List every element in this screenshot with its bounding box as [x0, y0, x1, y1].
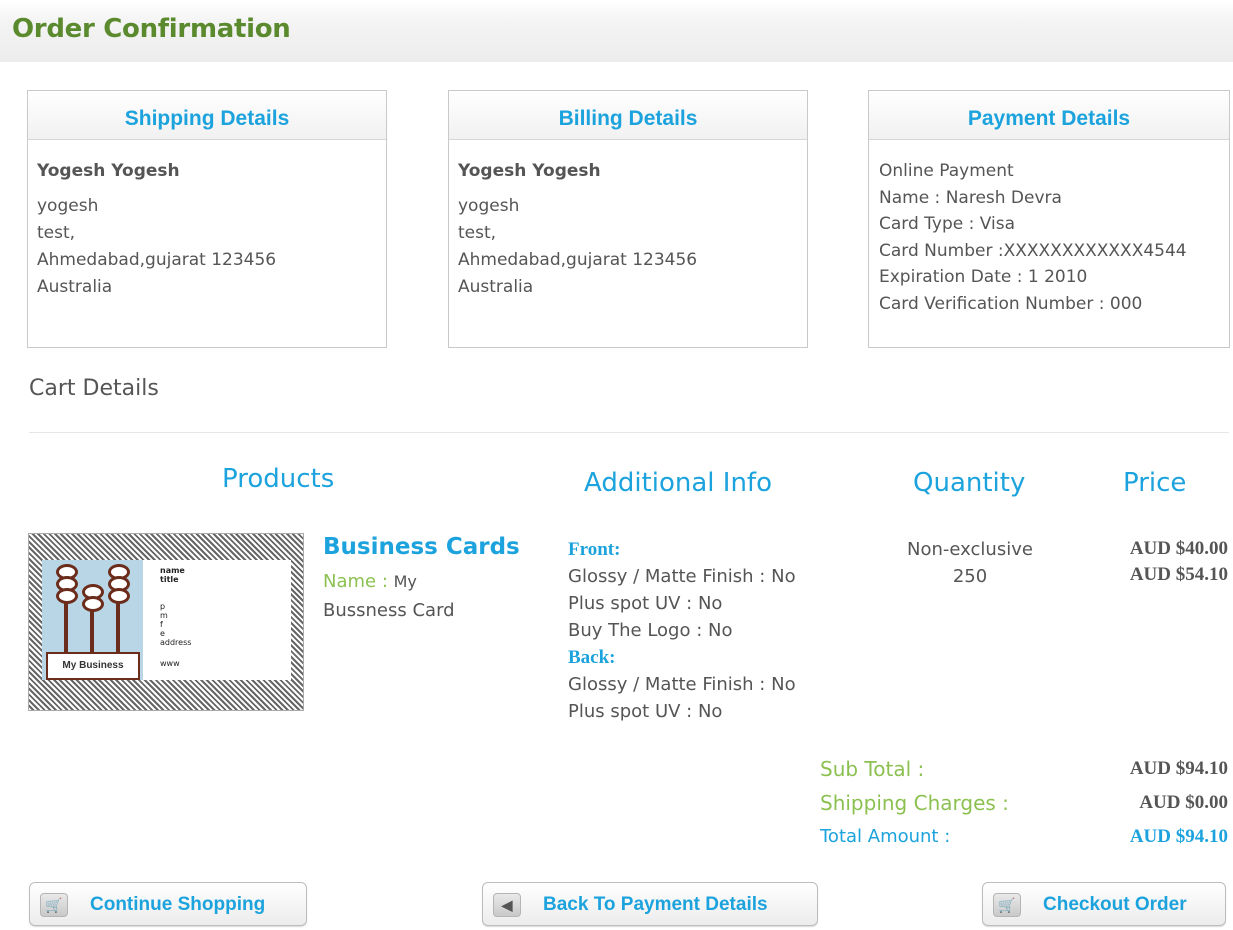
cart-details-title: Cart Details [29, 376, 159, 401]
shipping-line-2: test, [37, 223, 76, 243]
product-thumbnail: My Business name title p m f e address w… [28, 533, 304, 711]
shipping-line-1: yogesh [37, 196, 99, 216]
column-quantity: Quantity [913, 468, 1026, 498]
product-custom-name: Name : My [323, 571, 417, 592]
column-products: Products [222, 464, 335, 494]
cart-icon: 🛒 [40, 893, 68, 917]
back-line-1: Glossy / Matte Finish : No [568, 674, 796, 695]
payment-card-type: Card Type : Visa [879, 214, 1016, 234]
quantity-value: 250 [952, 566, 988, 587]
front-line-3: Buy The Logo : No [568, 620, 733, 641]
checkout-order-button[interactable]: 🛒 Checkout Order [982, 882, 1226, 926]
back-label: Back: [568, 647, 616, 668]
billing-details-heading: Billing Details [449, 91, 807, 140]
billing-line-3: Ahmedabad,gujarat 123456 [458, 250, 698, 270]
continue-shopping-button[interactable]: 🛒 Continue Shopping [29, 882, 307, 926]
product-name-value-2: Bussness Card [323, 600, 455, 621]
payment-method: Online Payment [879, 161, 1014, 181]
shipping-details-heading: Shipping Details [28, 91, 386, 140]
billing-details-panel: Billing Details Yogesh Yogesh yogesh tes… [448, 90, 808, 348]
checkout-order-label: Checkout Order [1043, 894, 1187, 915]
front-label: Front: [568, 539, 621, 560]
total-amount-value: AUD $94.10 [1129, 826, 1228, 847]
additional-info: Front: Glossy / Matte Finish : No Plus s… [568, 536, 796, 725]
back-line-2: Plus spot UV : No [568, 701, 723, 722]
shipping-line-3: Ahmedabad,gujarat 123456 [37, 250, 277, 270]
back-to-payment-label: Back To Payment Details [543, 894, 768, 915]
total-amount-label: Total Amount : [820, 826, 951, 847]
back-to-payment-button[interactable]: ◀ Back To Payment Details [482, 882, 818, 926]
shipping-details-panel: Shipping Details Yogesh Yogesh yogesh te… [27, 90, 387, 348]
payment-details-panel: Payment Details Online Payment Name : Na… [868, 90, 1230, 348]
column-additional-info: Additional Info [584, 468, 772, 498]
shipping-name: Yogesh Yogesh [37, 161, 180, 181]
thumbnail-logo-text: My Business [46, 652, 140, 680]
product-name-value-1: My [393, 572, 417, 591]
cart-icon: 🛒 [993, 893, 1021, 917]
shipping-charges-label: Shipping Charges : [820, 791, 1009, 815]
page-header: Order Confirmation [0, 0, 1233, 62]
quantity-type: Non-exclusive [907, 539, 1033, 560]
payment-expiration: Expiration Date : 1 2010 [879, 267, 1088, 287]
page-title: Order Confirmation [12, 14, 291, 44]
billing-name: Yogesh Yogesh [458, 161, 601, 181]
billing-line-2: test, [458, 223, 497, 243]
continue-shopping-label: Continue Shopping [90, 894, 266, 915]
shipping-charges-value: AUD $0.00 [1139, 792, 1228, 813]
price-line-2: AUD $54.10 [1129, 564, 1228, 585]
payment-card-number: Card Number :XXXXXXXXXXXX4544 [879, 240, 1187, 261]
thumbnail-card-text: name title p m f e address www [160, 566, 192, 668]
column-price: Price [1123, 468, 1187, 498]
subtotal-value: AUD $94.10 [1129, 758, 1228, 779]
divider [29, 432, 1229, 433]
front-line-1: Glossy / Matte Finish : No [568, 566, 796, 587]
payment-cvn: Card Verification Number : 000 [879, 293, 1143, 314]
payment-cardholder-name: Name : Naresh Devra [879, 187, 1062, 208]
billing-line-1: yogesh [458, 196, 520, 216]
billing-line-4: Australia [458, 277, 534, 297]
shipping-line-4: Australia [37, 277, 113, 297]
product-name-label: Name : [323, 571, 394, 592]
back-arrow-icon: ◀ [493, 893, 521, 917]
subtotal-label: Sub Total : [820, 757, 925, 781]
product-name: Business Cards [323, 534, 520, 560]
payment-details-heading: Payment Details [869, 91, 1229, 140]
price-line-1: AUD $40.00 [1129, 538, 1228, 559]
front-line-2: Plus spot UV : No [568, 593, 723, 614]
